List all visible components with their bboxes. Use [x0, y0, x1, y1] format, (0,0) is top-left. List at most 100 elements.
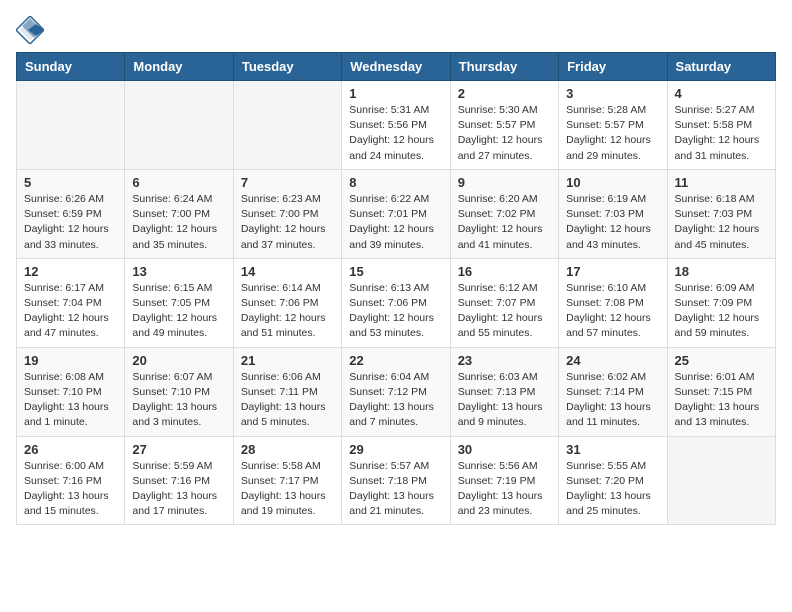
calendar-table: SundayMondayTuesdayWednesdayThursdayFrid…	[16, 52, 776, 525]
calendar-cell	[667, 436, 775, 525]
day-info: Sunrise: 6:03 AM Sunset: 7:13 PM Dayligh…	[458, 370, 551, 431]
day-number: 24	[566, 353, 659, 368]
calendar-cell: 4Sunrise: 5:27 AM Sunset: 5:58 PM Daylig…	[667, 81, 775, 170]
calendar-cell: 26 Sunrise: 6:00 AM Sunset: 7:16 PM Dayli…	[17, 436, 125, 525]
calendar-cell: 28Sunrise: 5:58 AM Sunset: 7:17 PM Dayli…	[233, 436, 341, 525]
calendar-cell: 14 Sunrise: 6:14 AM Sunset: 7:06 PM Dayli…	[233, 258, 341, 347]
day-number: 25	[675, 353, 768, 368]
day-info: Sunrise: 5:55 AM Sunset: 7:20 PM Dayligh…	[566, 459, 659, 520]
day-number: 17	[566, 264, 659, 279]
logo-icon	[16, 16, 44, 44]
day-info: Sunrise: 6:01 AM Sunset: 7:15 PM Dayligh…	[675, 370, 768, 431]
calendar-cell: 8 Sunrise: 6:22 AM Sunset: 7:01 PM Daylig…	[342, 169, 450, 258]
calendar-cell: 25 Sunrise: 6:01 AM Sunset: 7:15 PM Dayli…	[667, 347, 775, 436]
calendar-cell	[17, 81, 125, 170]
calendar-cell	[125, 81, 233, 170]
page-header	[16, 16, 776, 44]
day-info: Sunrise: 6:02 AM Sunset: 7:14 PM Dayligh…	[566, 370, 659, 431]
week-row-1: 1 Sunrise: 5:31 AM Sunset: 5:56 PM Daylig…	[17, 81, 776, 170]
day-info: Sunrise: 6:13 AM Sunset: 7:06 PM Dayligh…	[349, 281, 442, 342]
day-info: Sunrise: 6:09 AM Sunset: 7:09 PM Dayligh…	[675, 281, 768, 342]
calendar-cell: 12 Sunrise: 6:17 AM Sunset: 7:04 PM Dayli…	[17, 258, 125, 347]
calendar-cell: 2Sunrise: 5:30 AM Sunset: 5:57 PM Daylig…	[450, 81, 558, 170]
day-number: 13	[132, 264, 225, 279]
day-number: 14	[241, 264, 334, 279]
calendar-cell: 7 Sunrise: 6:23 AM Sunset: 7:00 PM Daylig…	[233, 169, 341, 258]
calendar-cell: 24 Sunrise: 6:02 AM Sunset: 7:14 PM Dayli…	[559, 347, 667, 436]
calendar-cell: 30Sunrise: 5:56 AM Sunset: 7:19 PM Dayli…	[450, 436, 558, 525]
day-number: 31	[566, 442, 659, 457]
calendar-cell: 23Sunrise: 6:03 AM Sunset: 7:13 PM Dayli…	[450, 347, 558, 436]
day-number: 1	[349, 86, 442, 101]
calendar-cell: 10Sunrise: 6:19 AM Sunset: 7:03 PM Dayli…	[559, 169, 667, 258]
day-info: Sunrise: 6:14 AM Sunset: 7:06 PM Dayligh…	[241, 281, 334, 342]
day-info: Sunrise: 5:59 AM Sunset: 7:16 PM Dayligh…	[132, 459, 225, 520]
calendar-cell: 18 Sunrise: 6:09 AM Sunset: 7:09 PM Dayli…	[667, 258, 775, 347]
calendar-cell: 16 Sunrise: 6:12 AM Sunset: 7:07 PM Dayli…	[450, 258, 558, 347]
day-header-tuesday: Tuesday	[233, 53, 341, 81]
day-info: Sunrise: 6:17 AM Sunset: 7:04 PM Dayligh…	[24, 281, 117, 342]
calendar-cell: 19Sunrise: 6:08 AM Sunset: 7:10 PM Dayli…	[17, 347, 125, 436]
day-info: Sunrise: 6:15 AM Sunset: 7:05 PM Dayligh…	[132, 281, 225, 342]
day-info: Sunrise: 6:04 AM Sunset: 7:12 PM Dayligh…	[349, 370, 442, 431]
day-info: Sunrise: 6:12 AM Sunset: 7:07 PM Dayligh…	[458, 281, 551, 342]
day-info: Sunrise: 6:00 AM Sunset: 7:16 PM Dayligh…	[24, 459, 117, 520]
day-number: 16	[458, 264, 551, 279]
calendar-cell: 31 Sunrise: 5:55 AM Sunset: 7:20 PM Dayli…	[559, 436, 667, 525]
day-number: 15	[349, 264, 442, 279]
day-info: Sunrise: 6:07 AM Sunset: 7:10 PM Dayligh…	[132, 370, 225, 431]
calendar-cell: 17 Sunrise: 6:10 AM Sunset: 7:08 PM Dayli…	[559, 258, 667, 347]
day-number: 26	[24, 442, 117, 457]
calendar-cell: 3 Sunrise: 5:28 AM Sunset: 5:57 PM Daylig…	[559, 81, 667, 170]
day-info: Sunrise: 5:28 AM Sunset: 5:57 PM Dayligh…	[566, 103, 659, 164]
week-row-4: 19Sunrise: 6:08 AM Sunset: 7:10 PM Dayli…	[17, 347, 776, 436]
calendar-cell: 9 Sunrise: 6:20 AM Sunset: 7:02 PM Daylig…	[450, 169, 558, 258]
calendar-cell: 6Sunrise: 6:24 AM Sunset: 7:00 PM Daylig…	[125, 169, 233, 258]
calendar-cell: 1 Sunrise: 5:31 AM Sunset: 5:56 PM Daylig…	[342, 81, 450, 170]
calendar-cell: 20 Sunrise: 6:07 AM Sunset: 7:10 PM Dayli…	[125, 347, 233, 436]
day-info: Sunrise: 5:57 AM Sunset: 7:18 PM Dayligh…	[349, 459, 442, 520]
day-header-saturday: Saturday	[667, 53, 775, 81]
day-number: 5	[24, 175, 117, 190]
day-info: Sunrise: 5:30 AM Sunset: 5:57 PM Dayligh…	[458, 103, 551, 164]
day-header-friday: Friday	[559, 53, 667, 81]
calendar-cell: 27 Sunrise: 5:59 AM Sunset: 7:16 PM Dayli…	[125, 436, 233, 525]
day-number: 29	[349, 442, 442, 457]
day-number: 4	[675, 86, 768, 101]
day-info: Sunrise: 5:58 AM Sunset: 7:17 PM Dayligh…	[241, 459, 334, 520]
day-header-wednesday: Wednesday	[342, 53, 450, 81]
day-number: 21	[241, 353, 334, 368]
day-info: Sunrise: 6:23 AM Sunset: 7:00 PM Dayligh…	[241, 192, 334, 253]
day-number: 12	[24, 264, 117, 279]
calendar-cell	[233, 81, 341, 170]
day-number: 27	[132, 442, 225, 457]
day-info: Sunrise: 5:31 AM Sunset: 5:56 PM Dayligh…	[349, 103, 442, 164]
day-number: 11	[675, 175, 768, 190]
day-info: Sunrise: 6:22 AM Sunset: 7:01 PM Dayligh…	[349, 192, 442, 253]
day-number: 8	[349, 175, 442, 190]
day-info: Sunrise: 6:06 AM Sunset: 7:11 PM Dayligh…	[241, 370, 334, 431]
calendar-cell: 5Sunrise: 6:26 AM Sunset: 6:59 PM Daylig…	[17, 169, 125, 258]
day-number: 6	[132, 175, 225, 190]
day-number: 30	[458, 442, 551, 457]
day-header-monday: Monday	[125, 53, 233, 81]
week-row-3: 12 Sunrise: 6:17 AM Sunset: 7:04 PM Dayli…	[17, 258, 776, 347]
calendar-cell: 29 Sunrise: 5:57 AM Sunset: 7:18 PM Dayli…	[342, 436, 450, 525]
calendar-cell: 21 Sunrise: 6:06 AM Sunset: 7:11 PM Dayli…	[233, 347, 341, 436]
calendar-cell: 22 Sunrise: 6:04 AM Sunset: 7:12 PM Dayli…	[342, 347, 450, 436]
day-number: 20	[132, 353, 225, 368]
day-number: 18	[675, 264, 768, 279]
day-number: 3	[566, 86, 659, 101]
calendar-cell: 11 Sunrise: 6:18 AM Sunset: 7:03 PM Dayli…	[667, 169, 775, 258]
calendar-cell: 13 Sunrise: 6:15 AM Sunset: 7:05 PM Dayli…	[125, 258, 233, 347]
day-number: 9	[458, 175, 551, 190]
day-info: Sunrise: 6:20 AM Sunset: 7:02 PM Dayligh…	[458, 192, 551, 253]
day-number: 19	[24, 353, 117, 368]
day-info: Sunrise: 6:18 AM Sunset: 7:03 PM Dayligh…	[675, 192, 768, 253]
day-header-thursday: Thursday	[450, 53, 558, 81]
day-number: 22	[349, 353, 442, 368]
day-number: 7	[241, 175, 334, 190]
calendar-cell: 15 Sunrise: 6:13 AM Sunset: 7:06 PM Dayli…	[342, 258, 450, 347]
day-info: Sunrise: 6:10 AM Sunset: 7:08 PM Dayligh…	[566, 281, 659, 342]
day-number: 10	[566, 175, 659, 190]
